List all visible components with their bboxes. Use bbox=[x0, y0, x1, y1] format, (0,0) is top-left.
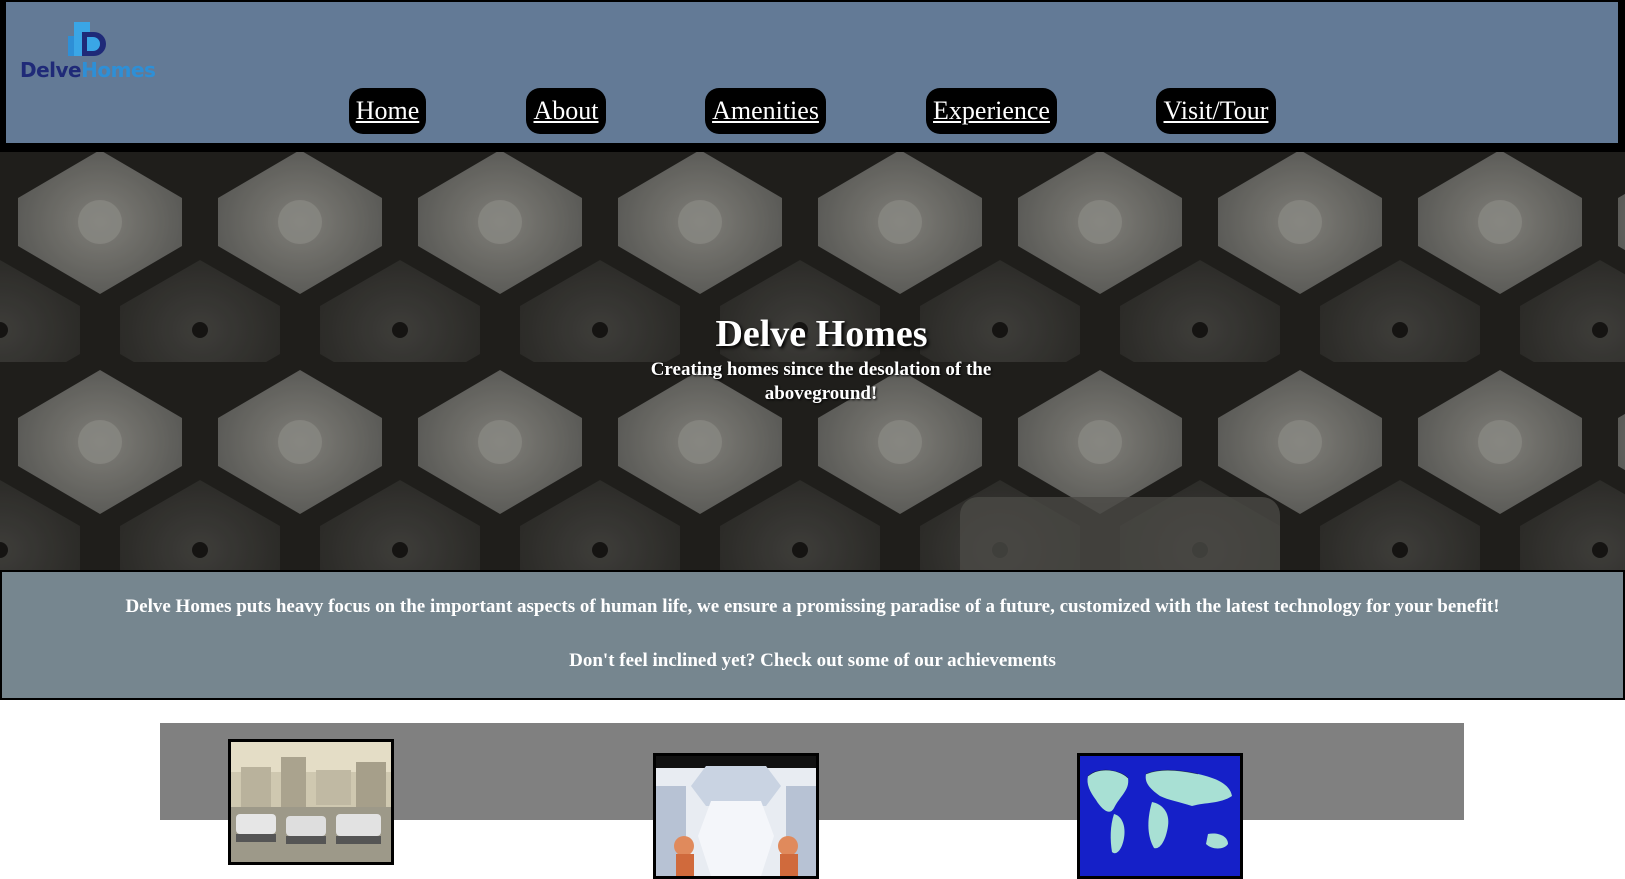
site-header: DelveHomes Home About Amenities Experien… bbox=[0, 0, 1625, 152]
logo-word-homes: Homes bbox=[81, 58, 156, 82]
hero-title: Delve Homes bbox=[715, 313, 928, 355]
nav-about-button[interactable]: About bbox=[526, 88, 606, 134]
intro-text: Delve Homes puts heavy focus on the impo… bbox=[125, 596, 1500, 617]
hero-banner: Delve Homes Creating homes since the des… bbox=[0, 152, 1625, 570]
hero-subtitle: Creating homes since the desolation of t… bbox=[650, 359, 992, 404]
logo-wordmark: DelveHomes bbox=[20, 58, 156, 82]
nav-experience-button[interactable]: Experience bbox=[926, 88, 1057, 134]
futuristic-city-image[interactable] bbox=[228, 739, 394, 865]
nav-home-button[interactable]: Home bbox=[349, 88, 426, 134]
intro-section: Delve Homes puts heavy focus on the impo… bbox=[0, 570, 1625, 700]
space-station-interior-image[interactable] bbox=[653, 753, 819, 879]
world-map-image[interactable] bbox=[1077, 753, 1243, 879]
nav-visit-tour-button[interactable]: Visit/Tour bbox=[1156, 88, 1276, 134]
house-logo-icon bbox=[68, 22, 106, 56]
brand-logo[interactable]: DelveHomes bbox=[20, 20, 160, 86]
nav-amenities-button[interactable]: Amenities bbox=[705, 88, 826, 134]
achievements-gallery bbox=[160, 723, 1464, 879]
logo-word-delve: Delve bbox=[20, 58, 82, 82]
achievements-prompt: Don't feel inclined yet? Check out some … bbox=[569, 650, 1056, 671]
